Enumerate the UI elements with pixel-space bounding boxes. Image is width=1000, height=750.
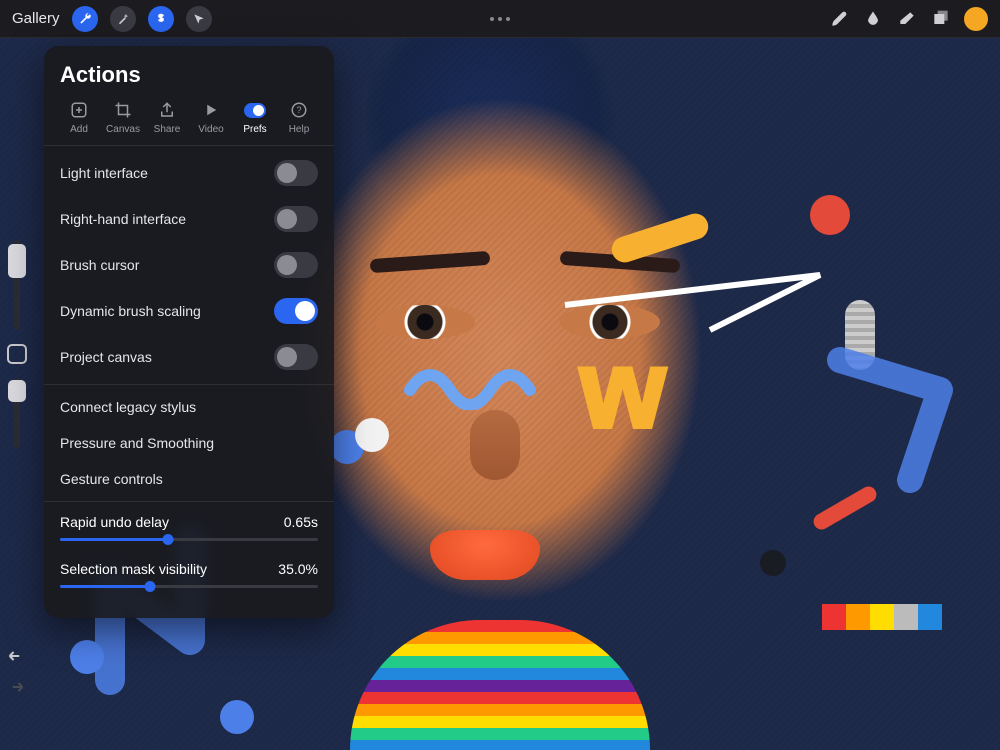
wrench-icon	[78, 12, 92, 26]
tab-label: Canvas	[106, 124, 140, 135]
eraser-icon	[897, 9, 917, 29]
art-dot-blue-2	[220, 700, 254, 734]
play-icon	[200, 100, 222, 120]
slider-label: Selection mask visibility	[60, 561, 207, 577]
slider-track-rapid-undo[interactable]	[60, 538, 318, 541]
tab-help[interactable]: ? Help	[278, 100, 320, 135]
switch-right-hand[interactable]	[274, 206, 318, 232]
pref-row-project-canvas: Project canvas	[44, 334, 334, 380]
help-icon: ?	[288, 100, 310, 120]
overflow-indicator	[490, 17, 510, 21]
plus-square-icon	[68, 100, 90, 120]
link-label: Pressure and Smoothing	[60, 435, 214, 451]
brush-size-slider[interactable]	[14, 240, 20, 330]
art-dot-dark	[760, 550, 786, 576]
art-brow-left	[370, 251, 491, 273]
redo-icon	[6, 679, 26, 695]
art-nose	[470, 410, 520, 480]
slider-value: 35.0%	[278, 561, 318, 577]
art-arm-blue	[820, 340, 980, 500]
switch-light-interface[interactable]	[274, 160, 318, 186]
tab-share[interactable]: Share	[146, 100, 188, 135]
art-squiggle-blue	[400, 350, 600, 410]
tab-label: Help	[289, 124, 310, 135]
actions-panel: Actions Add Canvas Share Video Prefs ? H…	[44, 46, 334, 618]
slider-track-mask-visibility[interactable]	[60, 585, 318, 588]
pref-label: Project canvas	[60, 349, 152, 365]
pref-link-legacy-stylus[interactable]: Connect legacy stylus	[44, 389, 334, 425]
panel-tabs: Add Canvas Share Video Prefs ? Help	[44, 100, 334, 146]
tab-label: Prefs	[243, 124, 266, 135]
smudge-tool-button[interactable]	[862, 8, 884, 30]
crop-icon	[112, 100, 134, 120]
undo-button[interactable]	[6, 648, 26, 669]
tab-video[interactable]: Video	[190, 100, 232, 135]
slider-label: Rapid undo delay	[60, 514, 169, 530]
brush-icon	[829, 9, 849, 29]
art-lips	[430, 530, 540, 580]
smudge-icon	[863, 9, 883, 29]
tab-label: Share	[154, 124, 181, 135]
art-dot-white	[355, 418, 389, 452]
svg-text:?: ?	[296, 105, 301, 115]
layers-button[interactable]	[930, 8, 952, 30]
gallery-button[interactable]: Gallery	[12, 10, 60, 27]
selection-button[interactable]	[148, 6, 174, 32]
pref-link-pressure-smoothing[interactable]: Pressure and Smoothing	[44, 425, 334, 461]
redo-button[interactable]	[6, 679, 26, 700]
art-collar	[350, 620, 650, 750]
pref-label: Light interface	[60, 165, 148, 181]
pref-row-right-hand: Right-hand interface	[44, 196, 334, 242]
brush-opacity-slider[interactable]	[14, 378, 20, 448]
slider-mask-visibility: Selection mask visibility 35.0%	[44, 553, 334, 600]
tab-add[interactable]: Add	[58, 100, 100, 135]
tab-prefs[interactable]: Prefs	[234, 100, 276, 135]
slider-value: 0.65s	[284, 514, 318, 530]
switch-brush-cursor[interactable]	[274, 252, 318, 278]
toggle-icon	[244, 100, 266, 120]
pref-label: Right-hand interface	[60, 211, 186, 227]
pref-row-brush-cursor: Brush cursor	[44, 242, 334, 288]
pref-row-dynamic-brush-scaling: Dynamic brush scaling	[44, 288, 334, 334]
art-dot-red	[810, 195, 850, 235]
switch-dynamic-brush-scaling[interactable]	[274, 298, 318, 324]
art-palette	[822, 604, 942, 630]
undo-icon	[6, 648, 26, 664]
topbar: Gallery	[0, 0, 1000, 38]
color-swatch[interactable]	[964, 7, 988, 31]
switch-project-canvas[interactable]	[274, 344, 318, 370]
transform-button[interactable]	[186, 6, 212, 32]
brush-tool-button[interactable]	[828, 8, 850, 30]
pref-row-light-interface: Light interface	[44, 150, 334, 196]
art-eye-left	[375, 305, 475, 339]
wand-icon	[116, 12, 130, 26]
s-icon	[154, 12, 168, 26]
adjustments-button[interactable]	[110, 6, 136, 32]
layers-icon	[931, 9, 951, 29]
share-icon	[156, 100, 178, 120]
tab-canvas[interactable]: Canvas	[102, 100, 144, 135]
side-rail	[6, 240, 28, 448]
tab-label: Add	[70, 124, 88, 135]
art-w-stroke: w	[580, 335, 666, 445]
link-label: Connect legacy stylus	[60, 399, 196, 415]
modify-button[interactable]	[7, 344, 27, 364]
tab-label: Video	[198, 124, 223, 135]
panel-title: Actions	[44, 62, 334, 100]
pref-label: Dynamic brush scaling	[60, 303, 201, 319]
links-section: Connect legacy stylus Pressure and Smooth…	[44, 385, 334, 502]
sliders-section: Rapid undo delay 0.65s Selection mask vi…	[44, 502, 334, 604]
slider-rapid-undo: Rapid undo delay 0.65s	[44, 506, 334, 553]
cursor-icon	[192, 12, 206, 26]
toggles-section: Light interface Right-hand interface Bru…	[44, 146, 334, 385]
link-label: Gesture controls	[60, 471, 163, 487]
pref-link-gesture-controls[interactable]: Gesture controls	[44, 461, 334, 497]
actions-menu-button[interactable]	[72, 6, 98, 32]
eraser-tool-button[interactable]	[896, 8, 918, 30]
pref-label: Brush cursor	[60, 257, 139, 273]
undo-redo-group	[6, 648, 26, 700]
